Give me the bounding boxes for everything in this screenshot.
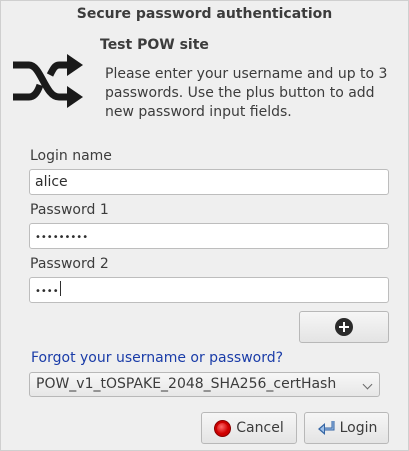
cancel-button-label: Cancel: [236, 420, 284, 436]
login-name-input[interactable]: alice: [29, 169, 389, 195]
login-button-label: Login: [339, 420, 378, 436]
password2-value: ••••: [35, 286, 59, 297]
protocol-select-value: POW_v1_tOSPAKE_2048_SHA256_certHash: [36, 376, 337, 392]
plus-circle-icon: [335, 318, 353, 336]
forgot-credentials-link[interactable]: Forgot your username or password?: [31, 349, 283, 367]
password1-label: Password 1: [30, 202, 109, 218]
site-name: Test POW site: [100, 37, 209, 53]
text-caret: [59, 281, 61, 296]
password2-input[interactable]: ••••: [29, 277, 389, 303]
password2-label: Password 2: [30, 256, 109, 272]
stop-icon: [214, 419, 232, 437]
add-password-button[interactable]: [299, 311, 389, 343]
login-name-value: alice: [35, 174, 68, 190]
password-auth-dialog: Secure password authentication Test POW …: [0, 0, 409, 451]
shuffle-icon: [13, 54, 83, 108]
protocol-select[interactable]: POW_v1_tOSPAKE_2048_SHA256_certHash: [29, 372, 380, 397]
instructions-text: Please enter your username and up to 3 p…: [105, 66, 388, 120]
password1-value: •••••••••: [35, 232, 89, 243]
chevron-down-icon: [362, 379, 373, 390]
login-button[interactable]: Login: [304, 412, 389, 444]
cancel-button[interactable]: Cancel: [201, 412, 297, 444]
login-name-label: Login name: [30, 148, 112, 164]
password1-input[interactable]: •••••••••: [29, 223, 389, 249]
window-title: Secure password authentication: [76, 6, 333, 22]
login-arrow-icon: [317, 421, 335, 435]
